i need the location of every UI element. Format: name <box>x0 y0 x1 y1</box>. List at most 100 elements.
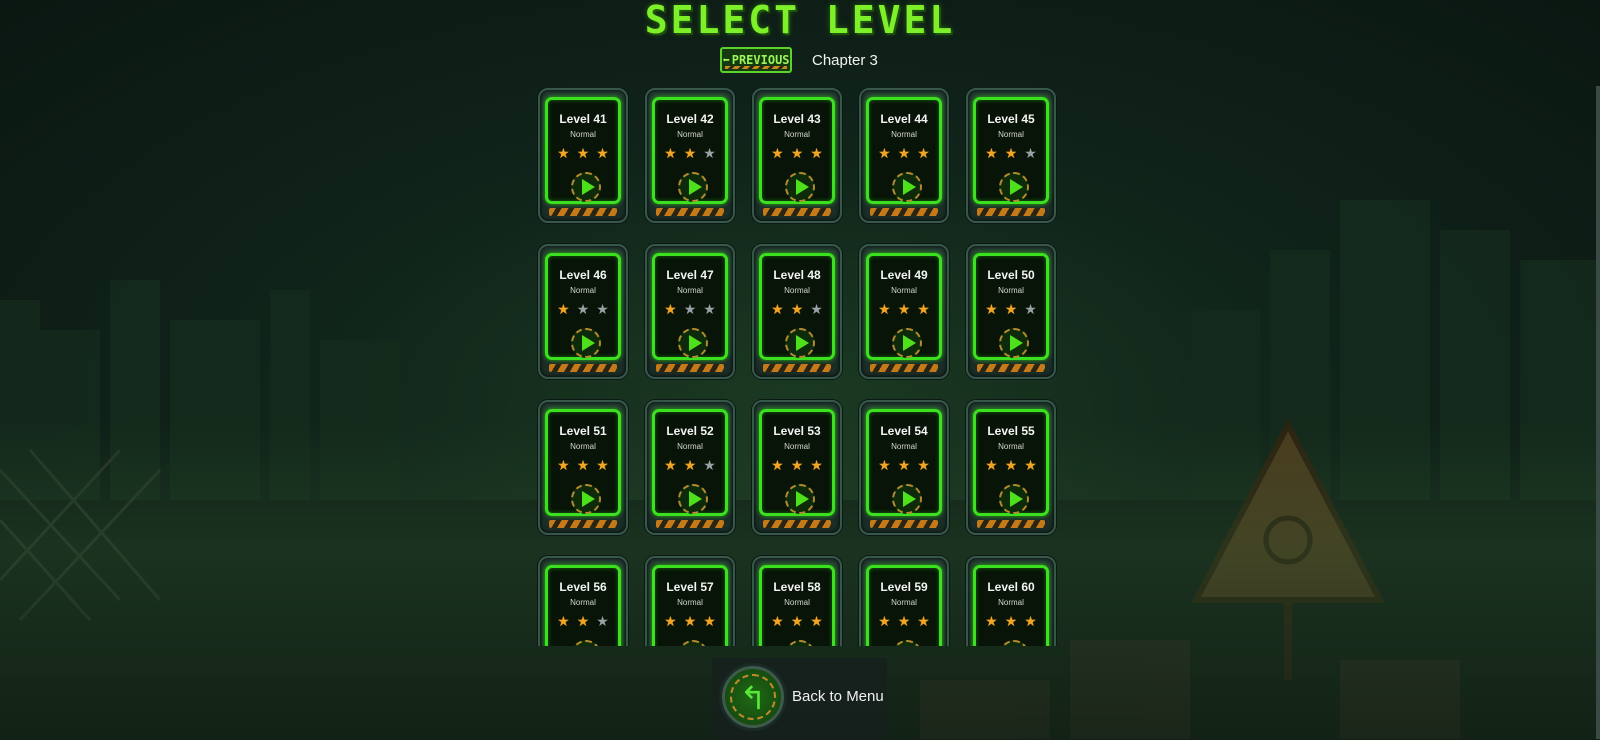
play-level-button[interactable] <box>785 172 815 202</box>
star-filled-icon: ★ <box>1004 614 1018 630</box>
play-level-button[interactable] <box>678 640 708 646</box>
star-filled-icon: ★ <box>771 614 784 630</box>
level-card[interactable]: Level 54 Normal ★ ★ ★ <box>859 400 949 535</box>
level-stars: ★ ★ ★ <box>548 459 618 473</box>
chapter-selector: ⬅ PREVIOUS Chapter 3 <box>720 46 878 74</box>
star-filled-icon: ★ <box>985 302 998 318</box>
star-filled-icon: ★ <box>557 458 570 474</box>
level-card[interactable]: Level 59 Normal ★ ★ ★ <box>859 556 949 646</box>
arrow-left-icon: ⬅ <box>722 53 730 67</box>
star-filled-icon: ★ <box>810 458 823 474</box>
star-filled-icon: ★ <box>557 614 570 630</box>
level-difficulty: Normal <box>998 286 1024 295</box>
play-level-button[interactable] <box>892 328 922 358</box>
level-card-screen: Level 59 Normal ★ ★ ★ <box>866 565 942 646</box>
play-level-button[interactable] <box>892 640 922 646</box>
star-filled-icon: ★ <box>897 146 911 162</box>
star-filled-icon: ★ <box>596 146 609 162</box>
star-empty-icon: ★ <box>1024 302 1037 318</box>
level-card[interactable]: Level 56 Normal ★ ★ ★ <box>538 556 628 646</box>
level-stars: ★ ★ ★ <box>548 303 618 317</box>
star-filled-icon: ★ <box>917 146 930 162</box>
level-name: Level 52 <box>666 424 714 438</box>
level-card[interactable]: Level 43 Normal ★ ★ ★ <box>752 88 842 223</box>
star-filled-icon: ★ <box>557 302 570 318</box>
level-card[interactable]: Level 41 Normal ★ ★ ★ <box>538 88 628 223</box>
play-level-button[interactable] <box>571 172 601 202</box>
star-filled-icon: ★ <box>878 146 891 162</box>
chapter-label: Chapter 3 <box>812 51 878 69</box>
level-difficulty: Normal <box>570 286 596 295</box>
star-filled-icon: ★ <box>683 458 697 474</box>
hazard-stripe <box>656 208 724 216</box>
star-filled-icon: ★ <box>897 614 911 630</box>
level-card-screen: Level 49 Normal ★ ★ ★ <box>866 253 942 360</box>
play-level-button[interactable] <box>571 328 601 358</box>
level-card[interactable]: Level 52 Normal ★ ★ ★ <box>645 400 735 535</box>
level-card[interactable]: Level 55 Normal ★ ★ ★ <box>966 400 1056 535</box>
star-empty-icon: ★ <box>576 302 590 318</box>
level-grid-viewport[interactable]: Level 41 Normal ★ ★ ★ Level 42 Normal ★ ★ ★ Level … <box>536 88 1060 646</box>
level-name: Level 44 <box>880 112 928 126</box>
level-stars: ★ ★ ★ <box>548 147 618 161</box>
level-card[interactable]: Level 44 Normal ★ ★ ★ <box>859 88 949 223</box>
previous-chapter-button[interactable]: ⬅ PREVIOUS <box>720 47 792 73</box>
level-card[interactable]: Level 58 Normal ★ ★ ★ <box>752 556 842 646</box>
play-level-button[interactable] <box>892 172 922 202</box>
play-level-button[interactable] <box>999 484 1029 514</box>
star-filled-icon: ★ <box>790 614 804 630</box>
level-card-screen: Level 47 Normal ★ ★ ★ <box>652 253 728 360</box>
play-icon <box>795 179 809 195</box>
level-difficulty: Normal <box>570 130 596 139</box>
level-difficulty: Normal <box>677 286 703 295</box>
level-difficulty: Normal <box>570 442 596 451</box>
play-level-button[interactable] <box>678 172 708 202</box>
star-filled-icon: ★ <box>917 302 930 318</box>
star-filled-icon: ★ <box>576 458 590 474</box>
star-filled-icon: ★ <box>878 458 891 474</box>
level-card-screen: Level 58 Normal ★ ★ ★ <box>759 565 835 646</box>
level-difficulty: Normal <box>784 598 810 607</box>
play-level-button[interactable] <box>571 640 601 646</box>
level-name: Level 57 <box>666 580 714 594</box>
star-filled-icon: ★ <box>771 302 784 318</box>
play-icon <box>1009 335 1023 351</box>
level-card-screen: Level 41 Normal ★ ★ ★ <box>545 97 621 204</box>
play-level-button[interactable] <box>785 484 815 514</box>
play-level-button[interactable] <box>892 484 922 514</box>
star-filled-icon: ★ <box>557 146 570 162</box>
level-card[interactable]: Level 50 Normal ★ ★ ★ <box>966 244 1056 379</box>
play-level-button[interactable] <box>571 484 601 514</box>
level-card[interactable]: Level 57 Normal ★ ★ ★ <box>645 556 735 646</box>
level-card[interactable]: Level 53 Normal ★ ★ ★ <box>752 400 842 535</box>
play-level-button[interactable] <box>999 328 1029 358</box>
level-name: Level 50 <box>987 268 1035 282</box>
level-stars: ★ ★ ★ <box>976 303 1046 317</box>
play-level-button[interactable] <box>999 640 1029 646</box>
level-name: Level 49 <box>880 268 928 282</box>
level-card[interactable]: Level 60 Normal ★ ★ ★ <box>966 556 1056 646</box>
play-level-button[interactable] <box>999 172 1029 202</box>
play-level-button[interactable] <box>678 328 708 358</box>
play-level-button[interactable] <box>785 640 815 646</box>
play-level-button[interactable] <box>785 328 815 358</box>
level-card[interactable]: Level 46 Normal ★ ★ ★ <box>538 244 628 379</box>
level-card[interactable]: Level 48 Normal ★ ★ ★ <box>752 244 842 379</box>
star-empty-icon: ★ <box>683 302 697 318</box>
level-difficulty: Normal <box>891 130 917 139</box>
level-card[interactable]: Level 49 Normal ★ ★ ★ <box>859 244 949 379</box>
star-filled-icon: ★ <box>985 458 998 474</box>
star-filled-icon: ★ <box>1024 458 1037 474</box>
level-card[interactable]: Level 51 Normal ★ ★ ★ <box>538 400 628 535</box>
level-card[interactable]: Level 45 Normal ★ ★ ★ <box>966 88 1056 223</box>
scrollbar[interactable] <box>1596 86 1600 739</box>
back-to-menu-button[interactable]: ↰ <box>722 666 784 728</box>
level-stars: ★ ★ ★ <box>869 459 939 473</box>
hazard-stripe <box>870 520 938 528</box>
level-card[interactable]: Level 42 Normal ★ ★ ★ <box>645 88 735 223</box>
level-card[interactable]: Level 47 Normal ★ ★ ★ <box>645 244 735 379</box>
star-filled-icon: ★ <box>664 146 677 162</box>
play-icon <box>581 335 595 351</box>
level-name: Level 58 <box>773 580 821 594</box>
play-level-button[interactable] <box>678 484 708 514</box>
